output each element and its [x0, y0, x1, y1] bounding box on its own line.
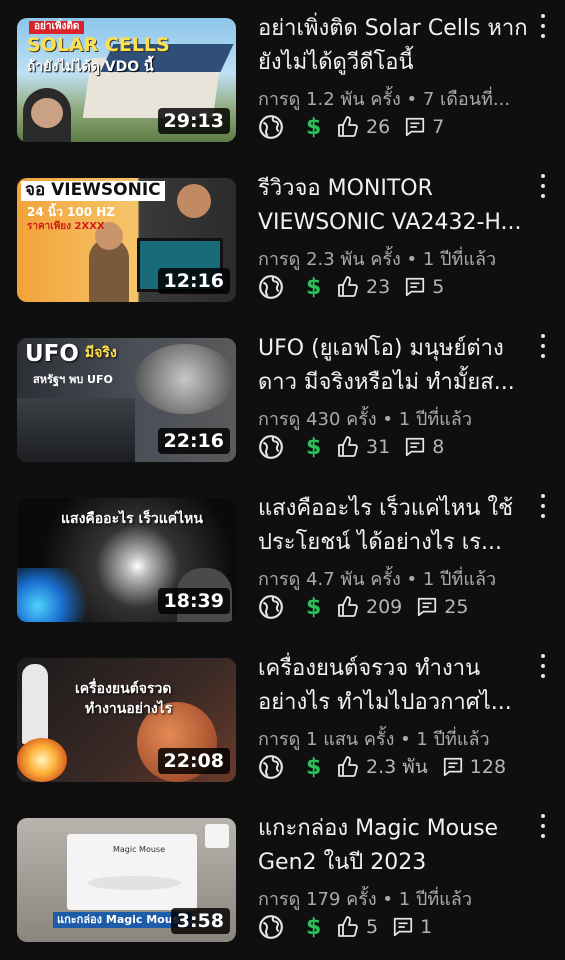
video-row[interactable]: แสงคืออะไร เร็วแค่ไหน 18:39 แสงคืออะไร เ…	[0, 480, 565, 640]
video-row[interactable]: Magic Mouse แกะกล่อง Magic Mouse 3:58 แก…	[0, 800, 565, 960]
video-stats: $ 23 5	[258, 272, 548, 302]
like-icon	[338, 276, 358, 297]
globe-icon	[259, 435, 283, 459]
dollar-icon: $	[306, 434, 322, 460]
dollar-icon: $	[306, 594, 322, 620]
like-count: 31	[366, 436, 391, 458]
dollar-icon: $	[306, 114, 322, 140]
more-vert-icon[interactable]	[533, 814, 553, 838]
thumbnail-caption: อย่าเพิ่งติด	[29, 21, 85, 34]
thumbnail-caption: ทำงานอย่างไร	[85, 701, 173, 717]
video-title[interactable]: รีวิวจอ MONITOR VIEWSONIC VA2432-H...	[258, 172, 530, 240]
more-vert-icon[interactable]	[533, 494, 553, 518]
video-thumbnail[interactable]: จอ VIEWSONIC 24 นิ้ว 100 HZ ราคาเพียง 2X…	[17, 178, 236, 302]
video-title[interactable]: อย่าเพิ่งติด Solar Cells หากยังไม่ได้ดูว…	[258, 12, 530, 80]
comment-count: 5	[432, 276, 445, 298]
like-icon	[338, 596, 358, 617]
thumbnail-caption: เครื่องยนต์จรวด	[75, 681, 172, 697]
comment-count: 7	[432, 116, 445, 138]
video-stats: $ 2.3 พัน 128	[258, 752, 548, 782]
video-thumbnail[interactable]: Magic Mouse แกะกล่อง Magic Mouse 3:58	[17, 818, 236, 942]
thumbnail-caption: มีจริง	[85, 345, 117, 361]
video-duration: 22:16	[157, 428, 230, 454]
comment-count: 8	[432, 436, 445, 458]
more-vert-icon[interactable]	[533, 174, 553, 198]
like-count: 5	[366, 916, 379, 938]
video-thumbnail[interactable]: แสงคืออะไร เร็วแค่ไหน 18:39	[17, 498, 236, 622]
video-meta: การดู 430 ครั้ง • 1 ปีที่แล้ว	[258, 409, 472, 430]
thumbnail-caption: จอ VIEWSONIC	[21, 181, 165, 201]
comment-icon	[406, 437, 425, 457]
video-title[interactable]: UFO (ยูเอฟโอ) มนุษย์ต่างดาว มีจริงหรือไม…	[258, 332, 530, 400]
video-duration: 29:13	[157, 108, 230, 134]
thumbnail-caption: Magic Mouse	[113, 845, 166, 854]
video-row[interactable]: UFO มีจริง สหรัฐฯ พบ UFO 22:16 UFO (ยูเอ…	[0, 320, 565, 480]
video-thumbnail[interactable]: UFO มีจริง สหรัฐฯ พบ UFO 22:16	[17, 338, 236, 462]
comment-count: 128	[469, 756, 507, 778]
like-icon	[338, 436, 358, 457]
dollar-icon: $	[306, 754, 322, 780]
video-duration: 3:58	[170, 908, 230, 934]
globe-icon	[259, 275, 283, 299]
globe-icon	[259, 595, 283, 619]
more-vert-icon[interactable]	[533, 334, 553, 358]
video-row[interactable]: อย่าเพิ่งติด SOLAR CELLS ถ้ายังไม่ได้ดู …	[0, 0, 565, 160]
thumbnail-caption: แกะกล่อง Magic Mouse	[53, 912, 191, 928]
video-thumbnail[interactable]: อย่าเพิ่งติด SOLAR CELLS ถ้ายังไม่ได้ดู …	[17, 18, 236, 142]
globe-icon	[259, 115, 283, 139]
video-title[interactable]: แกะกล่อง Magic Mouse Gen2 ในปี 2023	[258, 812, 530, 880]
video-meta: การดู 4.7 พัน ครั้ง • 1 ปีที่แล้ว	[258, 569, 497, 590]
video-meta: การดู 1 แสน ครั้ง • 1 ปีที่แล้ว	[258, 729, 490, 750]
like-icon	[338, 916, 358, 937]
thumbnail-caption: SOLAR CELLS	[27, 34, 170, 56]
like-icon	[338, 116, 358, 137]
video-title[interactable]: เครื่องยนต์จรวจ ทำงาน อย่างไร ทำไมไปอวกา…	[258, 652, 530, 720]
video-thumbnail[interactable]: เครื่องยนต์จรวด ทำงานอย่างไร 22:08	[17, 658, 236, 782]
video-meta: การดู 2.3 พัน ครั้ง • 1 ปีที่แล้ว	[258, 249, 497, 270]
dollar-icon: $	[306, 914, 322, 940]
comment-icon	[393, 917, 413, 937]
like-icon	[338, 756, 358, 777]
video-title[interactable]: แสงคืออะไร เร็วแค่ไหน ใช้ประโยชน์ ได้อย่…	[258, 492, 530, 560]
more-vert-icon[interactable]	[533, 654, 553, 678]
comment-count: 1	[420, 916, 433, 938]
comment-icon	[406, 277, 425, 297]
video-duration: 12:16	[157, 268, 230, 294]
thumbnail-caption: UFO	[25, 341, 79, 367]
video-meta: การดู 1.2 พัน ครั้ง • 7 เดือนที่...	[258, 89, 511, 110]
video-stats: $ 209 25	[258, 592, 548, 622]
dollar-icon: $	[306, 274, 322, 300]
comment-count: 25	[444, 596, 469, 618]
like-count: 23	[366, 276, 391, 298]
video-row[interactable]: จอ VIEWSONIC 24 นิ้ว 100 HZ ราคาเพียง 2X…	[0, 160, 565, 320]
more-vert-icon[interactable]	[533, 14, 553, 38]
like-count: 209	[366, 596, 403, 618]
comment-icon	[418, 597, 437, 617]
thumbnail-caption: แสงคืออะไร เร็วแค่ไหน	[61, 511, 203, 527]
video-stats: $ 5 1	[258, 912, 548, 942]
globe-icon	[259, 915, 283, 939]
video-list: อย่าเพิ่งติด SOLAR CELLS ถ้ายังไม่ได้ดู …	[0, 0, 565, 960]
like-count: 26	[366, 116, 391, 138]
thumbnail-caption: สหรัฐฯ พบ UFO	[33, 373, 113, 386]
thumbnail-caption: ราคาเพียง 2XXX	[27, 221, 105, 232]
video-meta: การดู 179 ครั้ง • 1 ปีที่แล้ว	[258, 889, 472, 910]
comment-icon	[443, 757, 462, 777]
video-stats: $ 31 8	[258, 432, 548, 462]
like-count: 2.3 พัน	[366, 756, 428, 778]
thumbnail-caption: 24 นิ้ว 100 HZ	[27, 205, 115, 219]
video-stats: $ 26 7	[258, 112, 548, 142]
video-duration: 22:08	[157, 748, 230, 774]
video-row[interactable]: เครื่องยนต์จรวด ทำงานอย่างไร 22:08 เครื่…	[0, 640, 565, 800]
thumbnail-caption: ถ้ายังไม่ได้ดู VDO นี้	[27, 59, 154, 75]
globe-icon	[259, 755, 283, 779]
video-duration: 18:39	[157, 588, 230, 614]
comment-icon	[406, 117, 425, 137]
